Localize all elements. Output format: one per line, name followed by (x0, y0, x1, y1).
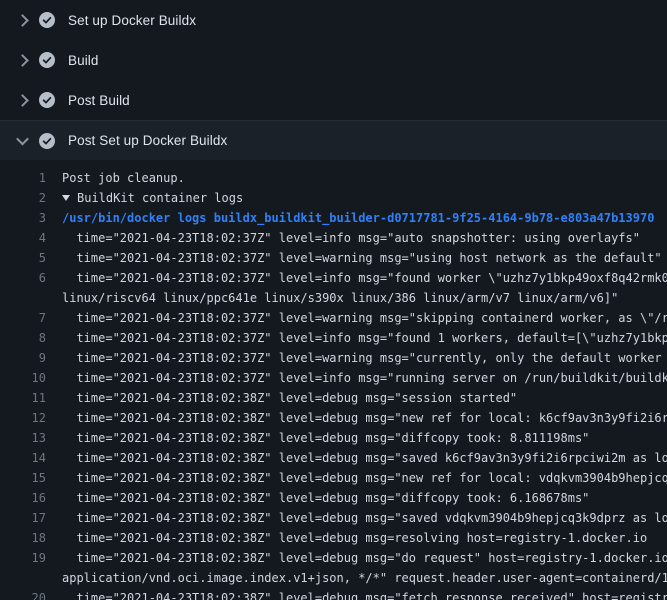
log-line: 12 time="2021-04-23T18:02:38Z" level=deb… (0, 408, 667, 428)
step-header-post-build[interactable]: Post Build (0, 80, 667, 120)
log-line-number[interactable] (0, 288, 46, 308)
log-line-number[interactable]: 7 (0, 308, 46, 328)
workflow-log-viewer: Set up Docker Buildx Build Post Build Po… (0, 0, 667, 600)
log-line-text: BuildKit container logs (62, 188, 243, 208)
step-header-build[interactable]: Build (0, 40, 667, 80)
log-line: 20 time="2021-04-23T18:02:38Z" level=deb… (0, 588, 667, 600)
log-line: 4 time="2021-04-23T18:02:37Z" level=info… (0, 228, 667, 248)
log-line: linux/riscv64 linux/ppc641e linux/s390x … (0, 288, 667, 308)
log-line-number[interactable]: 18 (0, 528, 46, 548)
log-line-number[interactable] (0, 568, 46, 588)
step-list: Set up Docker Buildx Build Post Build Po… (0, 0, 667, 160)
log-line-text: time="2021-04-23T18:02:37Z" level=info m… (62, 328, 667, 348)
log-line-number[interactable]: 13 (0, 428, 46, 448)
log-line: 6 time="2021-04-23T18:02:37Z" level=info… (0, 268, 667, 288)
log-line-text: time="2021-04-23T18:02:37Z" level=warnin… (62, 308, 667, 328)
log-line: 7 time="2021-04-23T18:02:37Z" level=warn… (0, 308, 667, 328)
success-check-icon (39, 133, 55, 149)
log-line-number[interactable]: 19 (0, 548, 46, 568)
log-line-text: time="2021-04-23T18:02:37Z" level=warnin… (62, 248, 662, 268)
log-line-text: linux/riscv64 linux/ppc641e linux/s390x … (62, 288, 618, 308)
log-line-text: time="2021-04-23T18:02:38Z" level=debug … (62, 508, 667, 528)
log-line: 11 time="2021-04-23T18:02:38Z" level=deb… (0, 388, 667, 408)
log-lines: 1 Post job cleanup. 2 BuildKit container… (0, 160, 667, 600)
log-line-number[interactable]: 14 (0, 448, 46, 468)
step-header-post-set-up-docker-buildx[interactable]: Post Set up Docker Buildx (0, 120, 667, 160)
log-line-number[interactable]: 8 (0, 328, 46, 348)
log-line-number[interactable]: 17 (0, 508, 46, 528)
step-label: Post Set up Docker Buildx (68, 133, 227, 148)
log-line-text: time="2021-04-23T18:02:38Z" level=debug … (62, 548, 667, 568)
log-line-number[interactable]: 3 (0, 208, 46, 228)
log-line-number[interactable]: 11 (0, 388, 46, 408)
log-line-text: time="2021-04-23T18:02:38Z" level=debug … (62, 528, 647, 548)
log-line-text: time="2021-04-23T18:02:38Z" level=debug … (62, 408, 667, 428)
group-expanded-caret-icon (62, 195, 70, 201)
success-check-icon (39, 92, 55, 108)
log-line: 5 time="2021-04-23T18:02:37Z" level=warn… (0, 248, 667, 268)
success-check-icon (39, 12, 55, 28)
step-label: Build (68, 53, 99, 68)
log-line-text: /usr/bin/docker logs buildx_buildkit_bui… (62, 208, 654, 228)
log-line: 19 time="2021-04-23T18:02:38Z" level=deb… (0, 548, 667, 568)
log-line-text: time="2021-04-23T18:02:38Z" level=debug … (62, 488, 589, 508)
log-line: 17 time="2021-04-23T18:02:38Z" level=deb… (0, 508, 667, 528)
log-line-text: time="2021-04-23T18:02:38Z" level=debug … (62, 388, 517, 408)
log-line-text: Post job cleanup. (62, 168, 185, 188)
log-line: 15 time="2021-04-23T18:02:38Z" level=deb… (0, 468, 667, 488)
step-header-set-up-docker-buildx[interactable]: Set up Docker Buildx (0, 0, 667, 40)
log-line-text: time="2021-04-23T18:02:37Z" level=warnin… (62, 348, 667, 368)
success-check-icon (39, 52, 55, 68)
log-line-number[interactable]: 12 (0, 408, 46, 428)
log-line-text: time="2021-04-23T18:02:38Z" level=debug … (62, 468, 667, 488)
log-line-number[interactable]: 10 (0, 368, 46, 388)
log-line-text: time="2021-04-23T18:02:38Z" level=debug … (62, 448, 667, 468)
chevron-right-icon (14, 56, 30, 65)
chevron-right-icon (14, 96, 30, 105)
log-line-number[interactable]: 4 (0, 228, 46, 248)
step-label: Set up Docker Buildx (68, 13, 196, 28)
log-line-number[interactable]: 2 (0, 188, 46, 208)
log-line-text: time="2021-04-23T18:02:37Z" level=info m… (62, 368, 667, 388)
log-line: 9 time="2021-04-23T18:02:37Z" level=warn… (0, 348, 667, 368)
log-line: 14 time="2021-04-23T18:02:38Z" level=deb… (0, 448, 667, 468)
log-line: application/vnd.oci.image.index.v1+json,… (0, 568, 667, 588)
log-line-number[interactable]: 1 (0, 168, 46, 188)
log-line-text: time="2021-04-23T18:02:38Z" level=debug … (62, 588, 667, 600)
log-line-text: time="2021-04-23T18:02:38Z" level=debug … (62, 428, 589, 448)
log-line: 1 Post job cleanup. (0, 168, 667, 188)
log-line-text: application/vnd.oci.image.index.v1+json,… (62, 568, 667, 588)
log-line-number[interactable]: 16 (0, 488, 46, 508)
chevron-down-icon (14, 136, 30, 145)
log-line-text: time="2021-04-23T18:02:37Z" level=info m… (62, 268, 667, 288)
log-line: 8 time="2021-04-23T18:02:37Z" level=info… (0, 328, 667, 348)
log-line: 13 time="2021-04-23T18:02:38Z" level=deb… (0, 428, 667, 448)
chevron-right-icon (14, 16, 30, 25)
log-line-number[interactable]: 6 (0, 268, 46, 288)
log-line-number[interactable]: 9 (0, 348, 46, 368)
log-line-number[interactable]: 20 (0, 588, 46, 600)
log-line: 3 /usr/bin/docker logs buildx_buildkit_b… (0, 208, 667, 228)
log-line: 18 time="2021-04-23T18:02:38Z" level=deb… (0, 528, 667, 548)
log-line-number[interactable]: 15 (0, 468, 46, 488)
log-line-text: time="2021-04-23T18:02:37Z" level=info m… (62, 228, 640, 248)
log-line[interactable]: 2 BuildKit container logs (0, 188, 667, 208)
log-line: 10 time="2021-04-23T18:02:37Z" level=inf… (0, 368, 667, 388)
log-line-number[interactable]: 5 (0, 248, 46, 268)
log-line: 16 time="2021-04-23T18:02:38Z" level=deb… (0, 488, 667, 508)
step-label: Post Build (68, 93, 130, 108)
